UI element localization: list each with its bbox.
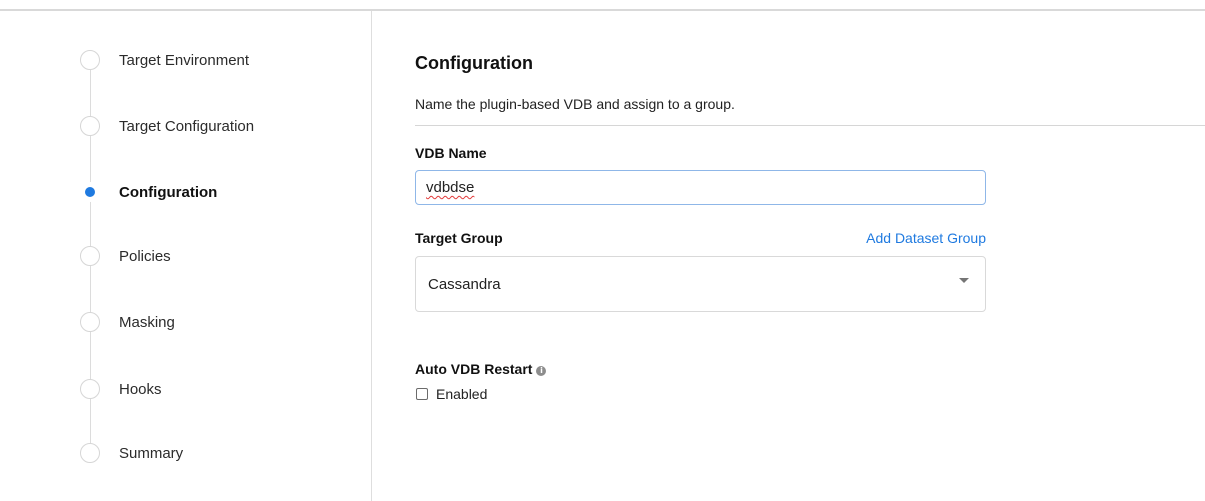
step-summary[interactable]: Summary	[80, 441, 183, 465]
step-indicator	[80, 312, 100, 332]
wizard-steps-sidebar: Target Environment Target Configuration …	[0, 11, 372, 501]
step-indicator	[80, 50, 100, 70]
page-subtitle: Name the plugin-based VDB and assign to …	[415, 96, 735, 112]
step-label: Masking	[119, 313, 175, 331]
info-icon[interactable]: i	[536, 365, 547, 376]
chevron-down-icon	[959, 278, 969, 283]
auto-vdb-restart-label: Auto VDB Restart i	[415, 361, 547, 377]
page-title: Configuration	[415, 53, 533, 73]
add-dataset-group-link[interactable]: Add Dataset Group	[866, 230, 986, 246]
target-group-select[interactable]: Cassandra	[415, 256, 986, 312]
step-label: Policies	[119, 247, 171, 265]
step-label: Target Configuration	[119, 117, 255, 135]
step-label: Configuration	[119, 183, 218, 201]
step-label: Target Environment	[119, 51, 250, 69]
wizard-page: Target Environment Target Configuration …	[0, 0, 1205, 501]
step-indicator	[80, 116, 100, 136]
step-label: Summary	[119, 444, 184, 462]
step-target-configuration[interactable]: Target Configuration	[80, 114, 254, 138]
enabled-checkbox-label: Enabled	[436, 386, 488, 402]
auto-vdb-restart-text: Auto VDB Restart	[415, 361, 533, 377]
step-label: Hooks	[119, 380, 162, 398]
vdb-name-label: VDB Name	[415, 145, 487, 161]
vdb-name-value: vdbdse	[426, 179, 475, 196]
step-masking[interactable]: Masking	[80, 310, 175, 334]
vdb-name-input[interactable]: vdbdse	[415, 170, 986, 205]
target-group-selected-value: Cassandra	[428, 275, 501, 293]
step-indicator	[80, 246, 100, 266]
auto-restart-enabled-row[interactable]: Enabled	[415, 386, 487, 402]
step-target-environment[interactable]: Target Environment	[80, 48, 249, 72]
step-policies[interactable]: Policies	[80, 244, 171, 268]
target-group-label: Target Group	[415, 230, 503, 246]
enabled-checkbox[interactable]	[416, 388, 428, 400]
step-indicator	[80, 379, 100, 399]
step-indicator-active	[80, 182, 100, 202]
section-divider	[415, 125, 1205, 126]
step-hooks[interactable]: Hooks	[80, 377, 162, 401]
step-configuration[interactable]: Configuration	[80, 180, 217, 204]
step-indicator	[80, 443, 100, 463]
